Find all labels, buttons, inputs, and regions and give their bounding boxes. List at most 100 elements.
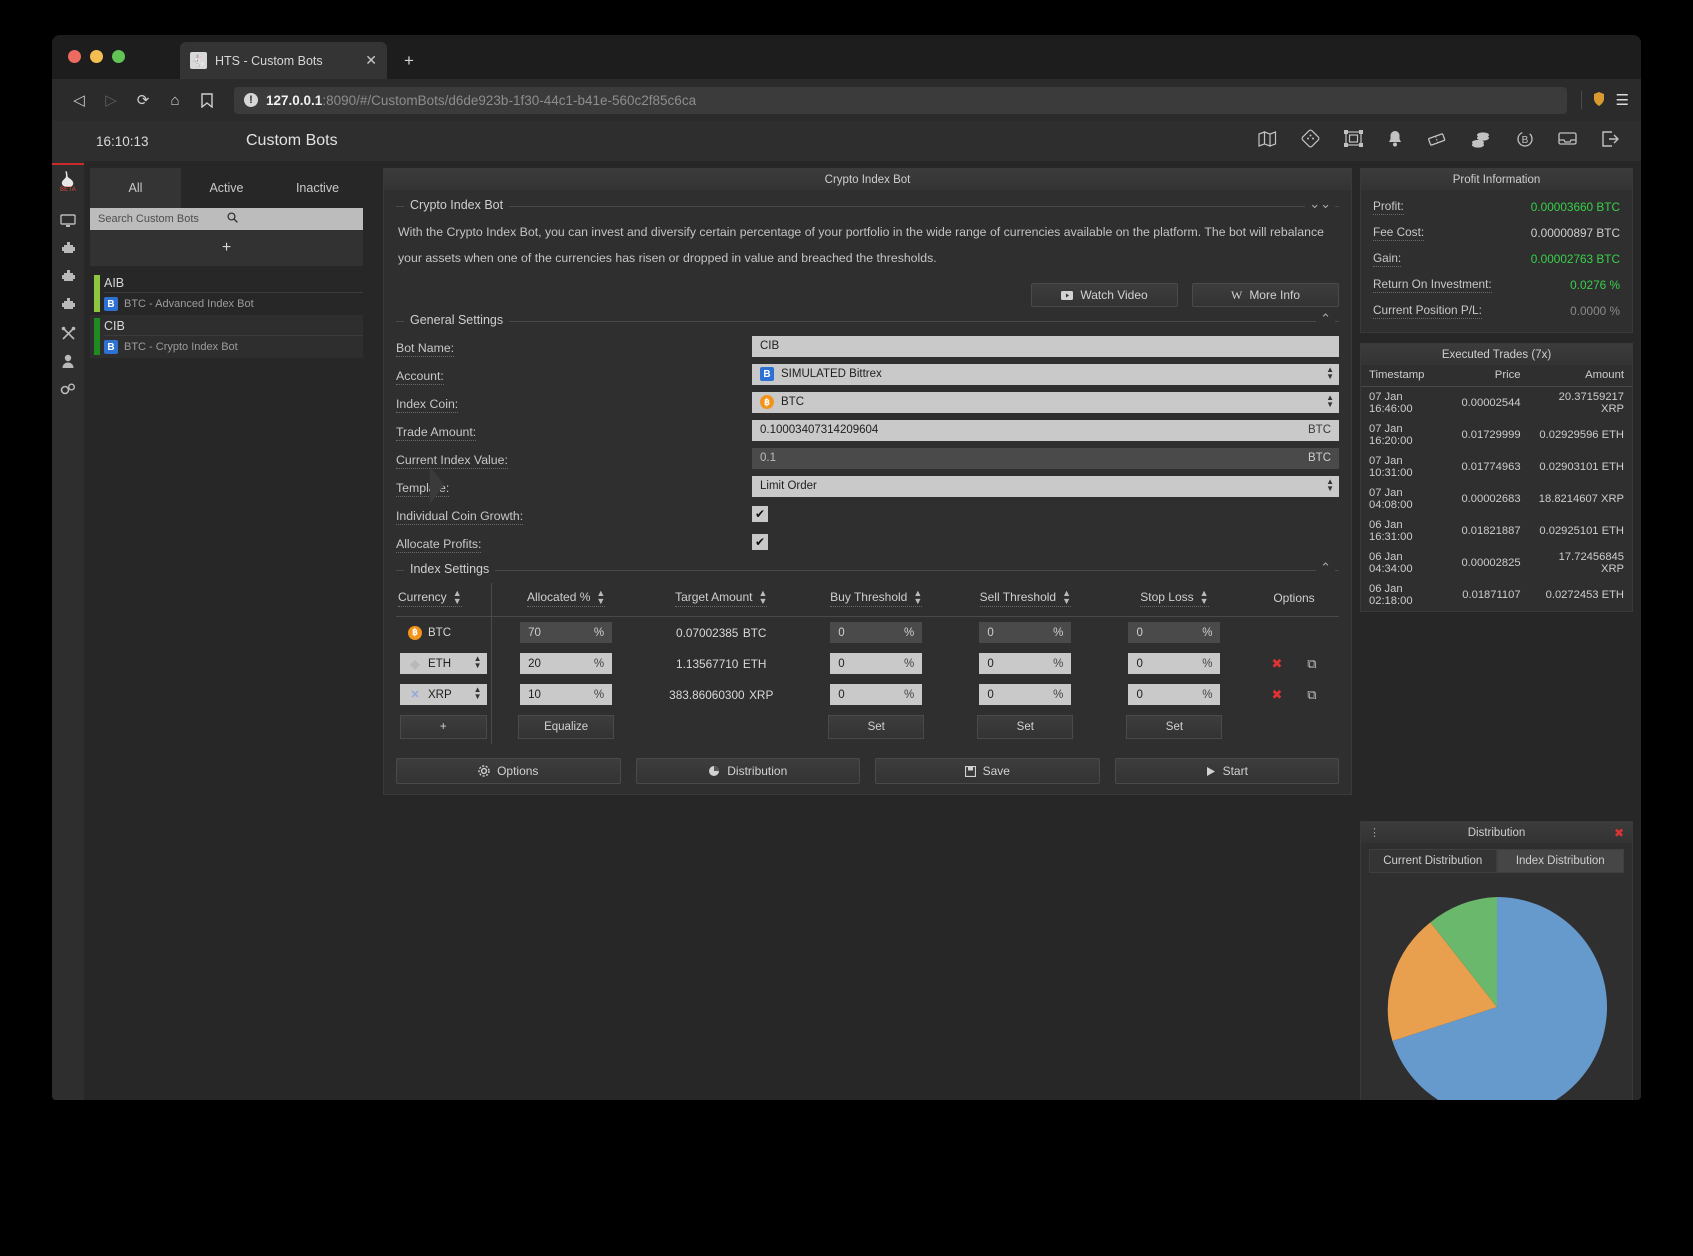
individual-growth-checkbox[interactable]: ✔ [752,506,768,522]
col-amount[interactable]: Amount [1528,365,1632,387]
coins-icon[interactable] [1470,130,1492,153]
sell-threshold-input[interactable]: 0 % [979,684,1072,705]
sort-icon[interactable]: ▲ ▼ [758,589,767,606]
shield-icon[interactable] [1592,91,1606,110]
col-price[interactable]: Price [1453,365,1529,387]
sort-icon[interactable]: ▲ ▼ [1200,589,1209,606]
robot-icon[interactable] [52,263,84,291]
copy-row-icon[interactable]: ⧉ [1307,687,1316,702]
watch-video-button[interactable]: Watch Video [1031,283,1178,307]
bot-name-input[interactable]: CIB [752,335,1339,357]
address-bar[interactable]: ! 127.0.0.1:8090/#/CustomBots/d6de923b-1… [234,86,1567,114]
close-window-button[interactable] [68,50,81,63]
chevron-updown-icon[interactable]: ▲ ▼ [1326,393,1334,408]
add-currency-button[interactable]: + [400,715,487,739]
monitor-icon[interactable] [52,207,84,235]
delete-row-icon[interactable]: ✖ [1271,656,1282,671]
sell-threshold-input[interactable]: 0 % [979,653,1072,674]
currency-xrp-select[interactable]: ✕ XRP ▲ ▼ [400,684,487,705]
user-icon[interactable] [52,347,84,375]
stop-loss-input[interactable]: 0 % [1128,684,1221,705]
sort-icon[interactable]: ▲ ▼ [913,589,922,606]
sort-icon[interactable]: ▲ ▼ [1062,589,1071,606]
buy-threshold-input[interactable]: 0 % [830,684,923,705]
allocate-profits-checkbox[interactable]: ✔ [752,534,768,550]
index-coin-select[interactable]: ฿ BTC ▲ ▼ [752,391,1339,413]
close-icon[interactable]: ✖ [1614,826,1624,840]
list-item[interactable]: CIB B BTC - Crypto Index Bot [90,315,363,358]
trade-amount-input[interactable]: 0.10003407314209604 BTC [752,419,1339,441]
maximize-window-button[interactable] [112,50,125,63]
tab-inactive[interactable]: Inactive [272,168,363,208]
sort-icon[interactable]: ▲ ▼ [596,589,605,606]
browser-tab[interactable]: 🐇 HTS - Custom Bots ✕ [180,42,387,79]
buy-threshold-input[interactable]: 0 % [830,653,923,674]
chevron-updown-icon[interactable]: ▲ ▼ [474,655,482,670]
col-currency[interactable]: Currency ▲ ▼ [396,583,492,617]
chevron-up-icon[interactable]: ⌃ [1316,560,1335,576]
allocated-input[interactable]: 70 % [520,622,613,643]
template-select[interactable]: Limit Order ▲ ▼ [752,475,1339,497]
copy-row-icon[interactable]: ⧉ [1307,656,1316,671]
bookmark-icon[interactable] [192,85,222,115]
browser-menu-icon[interactable]: ☰ [1616,91,1629,109]
allocated-input[interactable]: 20 % [520,653,613,674]
bitcoin-refresh-icon[interactable]: B [1516,130,1534,153]
buy-threshold-input[interactable]: 0 % [830,622,923,643]
forward-icon[interactable]: ▷ [96,85,126,115]
robot-icon[interactable] [52,291,84,319]
robot-icon[interactable] [52,235,84,263]
chevron-up-icon[interactable]: ⌃ [1316,311,1335,327]
home-icon[interactable]: ⌂ [160,85,190,115]
list-item[interactable]: AIB B BTC - Advanced Index Bot [90,272,363,315]
col-timestamp[interactable]: Timestamp [1361,365,1454,387]
tab-index-distribution[interactable]: Index Distribution [1496,849,1624,873]
sell-threshold-input[interactable]: 0 % [979,622,1072,643]
start-button[interactable]: Start [1114,758,1339,784]
col-target-amount[interactable]: Target Amount ▲ ▼ [640,583,802,617]
currency-eth-select[interactable]: ◆ ETH ▲ ▼ [400,653,487,674]
stop-loss-input[interactable]: 0 % [1128,653,1221,674]
add-bot-button[interactable]: + [90,230,363,266]
set-sell-threshold-button[interactable]: Set [977,715,1074,739]
stop-loss-input[interactable]: 0 % [1128,622,1221,643]
col-sell-threshold[interactable]: Sell Threshold ▲ ▼ [950,583,1100,617]
tab-current-distribution[interactable]: Current Distribution [1369,849,1497,873]
tab-close-icon[interactable]: ✕ [365,52,377,69]
tab-all[interactable]: All [90,168,181,208]
search-icon[interactable] [226,212,356,226]
search-bots-input[interactable]: Search Custom Bots [90,208,363,230]
reload-icon[interactable]: ⟳ [128,85,158,115]
logout-icon[interactable] [1601,130,1619,152]
tab-active[interactable]: Active [181,168,272,208]
back-icon[interactable]: ◁ [64,85,94,115]
delete-row-icon[interactable]: ✖ [1271,687,1282,702]
minimize-window-button[interactable] [90,50,103,63]
chevron-updown-icon[interactable]: ▲ ▼ [1326,365,1334,380]
set-stop-loss-button[interactable]: Set [1126,715,1223,739]
equalize-button[interactable]: Equalize [518,715,615,739]
new-tab-icon[interactable]: + [404,51,414,71]
col-buy-threshold[interactable]: Buy Threshold ▲ ▼ [801,583,951,617]
col-allocated[interactable]: Allocated % ▲ ▼ [491,583,641,617]
dice-icon[interactable] [1301,129,1320,153]
set-buy-threshold-button[interactable]: Set [828,715,925,739]
ticket-icon[interactable] [1427,131,1446,152]
save-button[interactable]: Save [875,758,1100,784]
tools-icon[interactable] [52,319,84,347]
drag-handle-icon[interactable]: ⋮ [1369,826,1380,839]
allocated-input[interactable]: 10 % [520,684,613,705]
inbox-icon[interactable] [1558,131,1577,151]
sort-icon[interactable]: ▲ ▼ [453,589,462,606]
frame-icon[interactable] [1344,130,1363,152]
chevron-down-icon[interactable]: ⌄⌄ [1305,196,1335,212]
settings-icon[interactable] [52,375,84,403]
options-button[interactable]: Options [396,758,621,784]
col-stop-loss[interactable]: Stop Loss ▲ ▼ [1099,583,1249,617]
map-icon[interactable] [1258,130,1277,152]
chevron-updown-icon[interactable]: ▲ ▼ [474,686,482,701]
more-info-button[interactable]: W More Info [1192,283,1339,307]
bell-icon[interactable] [1387,130,1403,153]
distribution-button[interactable]: Distribution [635,758,860,784]
account-select[interactable]: B SIMULATED Bittrex ▲ ▼ [752,363,1339,385]
